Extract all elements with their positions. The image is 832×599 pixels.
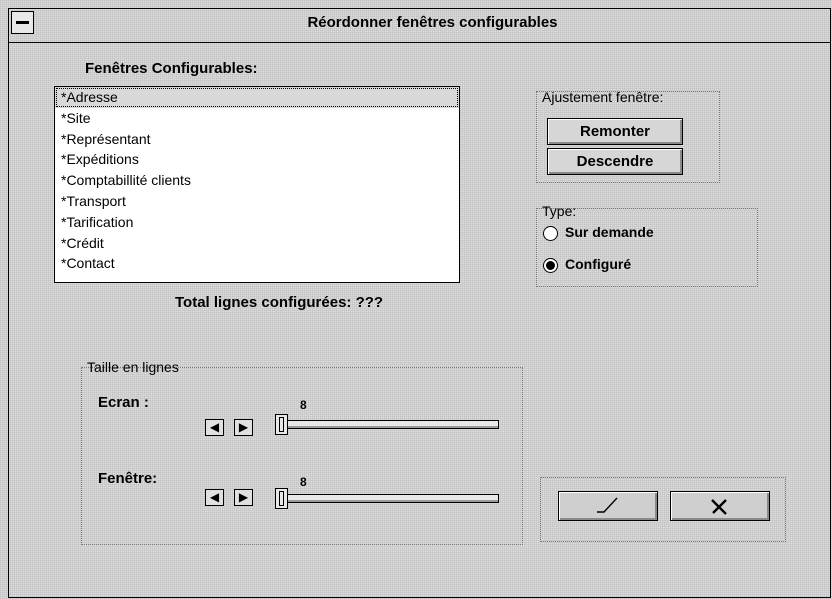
- radio-configured[interactable]: [543, 258, 558, 273]
- radio-on-demand[interactable]: [543, 226, 558, 241]
- list-item[interactable]: *Comptabillité clients: [55, 170, 459, 191]
- size-group-label: Taille en lignes: [87, 359, 179, 375]
- x-icon: [711, 499, 727, 515]
- arrow-left-icon[interactable]: ◀: [205, 419, 224, 436]
- screen-slider-thumb[interactable]: [275, 414, 288, 435]
- list-item[interactable]: *Tarification: [55, 212, 459, 233]
- checkmark-icon: [597, 497, 618, 513]
- arrow-right-icon[interactable]: ▶: [234, 489, 253, 506]
- window-slider-value: 8: [300, 475, 307, 489]
- screen-slider-track[interactable]: [283, 420, 499, 429]
- move-down-button[interactable]: Descendre: [547, 148, 683, 175]
- minus-icon: [16, 21, 29, 24]
- list-item[interactable]: *Adresse: [55, 87, 459, 108]
- configurable-windows-list[interactable]: *Adresse *Site *Représentant *Expédition…: [54, 86, 460, 283]
- total-lines-label: Total lignes configurées: ???: [175, 294, 384, 311]
- title-bar: Réordonner fenêtres configurables: [9, 9, 830, 43]
- adjust-group-label: Ajustement fenêtre:: [542, 89, 664, 105]
- list-item[interactable]: *Transport: [55, 191, 459, 212]
- type-group: [536, 208, 758, 287]
- list-item[interactable]: *Expéditions: [55, 149, 459, 170]
- list-label: Fenêtres Configurables:: [85, 60, 258, 77]
- reorder-dialog: Réordonner fenêtres configurables Fenêtr…: [8, 8, 831, 598]
- cancel-button[interactable]: [670, 491, 770, 521]
- list-item[interactable]: *Crédit: [55, 233, 459, 254]
- screen-label: Ecran :: [98, 394, 149, 411]
- window-slider-thumb[interactable]: [275, 488, 288, 509]
- move-up-button[interactable]: Remonter: [547, 118, 683, 145]
- list-item[interactable]: *Contact: [55, 253, 459, 274]
- list-item[interactable]: *Site: [55, 108, 459, 129]
- system-menu-button[interactable]: [11, 11, 34, 34]
- configured-label: Configuré: [565, 256, 632, 272]
- on-demand-label: Sur demande: [565, 224, 654, 240]
- window-title: Réordonner fenêtres configurables: [307, 14, 558, 31]
- window-slider-track[interactable]: [283, 494, 499, 503]
- list-item[interactable]: *Représentant: [55, 129, 459, 150]
- arrow-left-icon[interactable]: ◀: [205, 489, 224, 506]
- ok-button[interactable]: [558, 491, 658, 521]
- arrow-right-icon[interactable]: ▶: [234, 419, 253, 436]
- screen-slider-value: 8: [300, 398, 307, 412]
- window-size-label: Fenêtre:: [98, 470, 158, 487]
- type-group-label: Type:: [542, 203, 577, 219]
